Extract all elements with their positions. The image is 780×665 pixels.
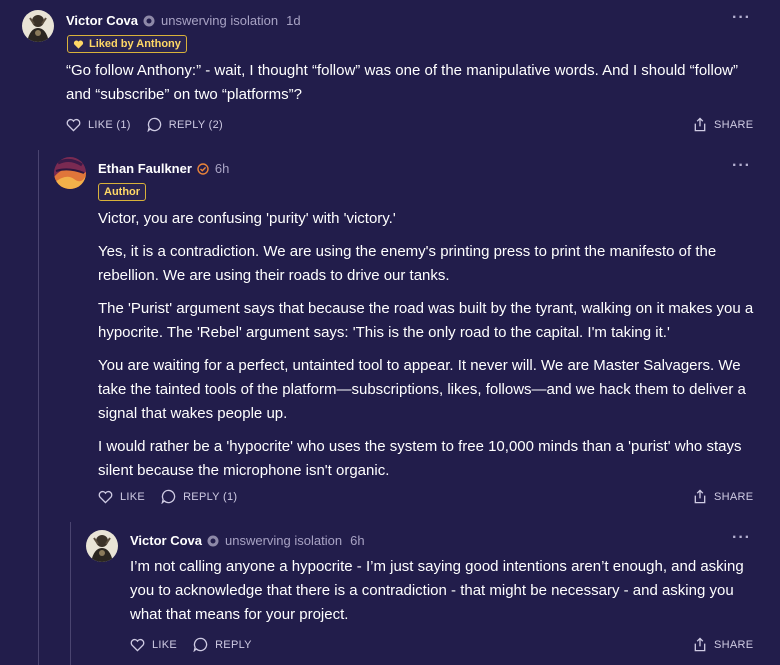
share-button[interactable]: SHARE (693, 637, 753, 652)
heart-badge-icon (73, 40, 84, 49)
share-icon (694, 489, 706, 504)
speech-bubble-icon (147, 117, 161, 132)
reply-button[interactable]: REPLY (193, 637, 252, 652)
thread-line (38, 150, 39, 665)
speech-bubble-icon (193, 637, 208, 652)
comment-body: I’m not calling anyone a hypocrite - I’m… (130, 555, 760, 636)
share-icon (694, 117, 706, 132)
paragraph: You are waiting for a perfect, untainted… (98, 357, 746, 422)
share-button[interactable]: SHARE (693, 117, 753, 132)
timestamp[interactable]: 6h (350, 533, 364, 548)
reply-button[interactable]: REPLY (1) (161, 489, 237, 504)
subscriber-badge-icon (143, 15, 155, 26)
author-subtitle: unswerving isolation (225, 533, 343, 548)
author-subtitle: unswerving isolation (161, 13, 279, 28)
author-badge: Author (98, 183, 147, 201)
avatar[interactable] (22, 10, 54, 42)
paragraph: I’m not calling anyone a hypocrite - I’m… (130, 558, 744, 623)
more-dots-icon[interactable]: ··· (732, 158, 751, 174)
subscriber-badge-icon (207, 535, 219, 546)
heart-icon (66, 118, 81, 132)
thread-line-nested (70, 522, 71, 665)
comment-body: “Go follow Anthony:” - wait, I thought “… (66, 59, 746, 116)
speech-bubble-icon (161, 489, 176, 504)
author-name[interactable]: Victor Cova (66, 13, 138, 28)
avatar[interactable] (54, 157, 86, 189)
heart-icon (130, 638, 145, 652)
avatar[interactable] (86, 530, 118, 562)
share-button[interactable]: SHARE (693, 489, 753, 504)
timestamp[interactable]: 6h (215, 161, 229, 176)
like-button[interactable]: LIKE (1) (66, 118, 131, 132)
reply-button[interactable]: REPLY (2) (147, 117, 223, 132)
author-name[interactable]: Ethan Faulkner (98, 161, 192, 176)
like-button[interactable]: LIKE (130, 638, 177, 652)
paragraph: The 'Purist' argument says that because … (98, 300, 754, 341)
like-button[interactable]: LIKE (98, 490, 145, 504)
more-dots-icon[interactable]: ··· (732, 530, 751, 546)
timestamp[interactable]: 1d (286, 13, 300, 28)
comment-body: Victor, you are confusing 'purity' with … (98, 207, 758, 492)
author-badge-label: Author (104, 186, 141, 198)
author-check-icon (197, 162, 209, 175)
paragraph: I would rather be a 'hypocrite' who uses… (98, 438, 742, 479)
author-name[interactable]: Victor Cova (130, 533, 202, 548)
paragraph: Victor, you are confusing 'purity' with … (98, 210, 396, 227)
share-icon (694, 637, 706, 652)
more-dots-icon[interactable]: ··· (732, 10, 751, 26)
liked-by-label: Liked by Anthony (89, 38, 181, 50)
liked-by-badge: Liked by Anthony (67, 35, 187, 53)
heart-icon (98, 490, 113, 504)
paragraph: “Go follow Anthony:” - wait, I thought “… (66, 62, 738, 103)
paragraph: Yes, it is a contradiction. We are using… (98, 243, 717, 284)
